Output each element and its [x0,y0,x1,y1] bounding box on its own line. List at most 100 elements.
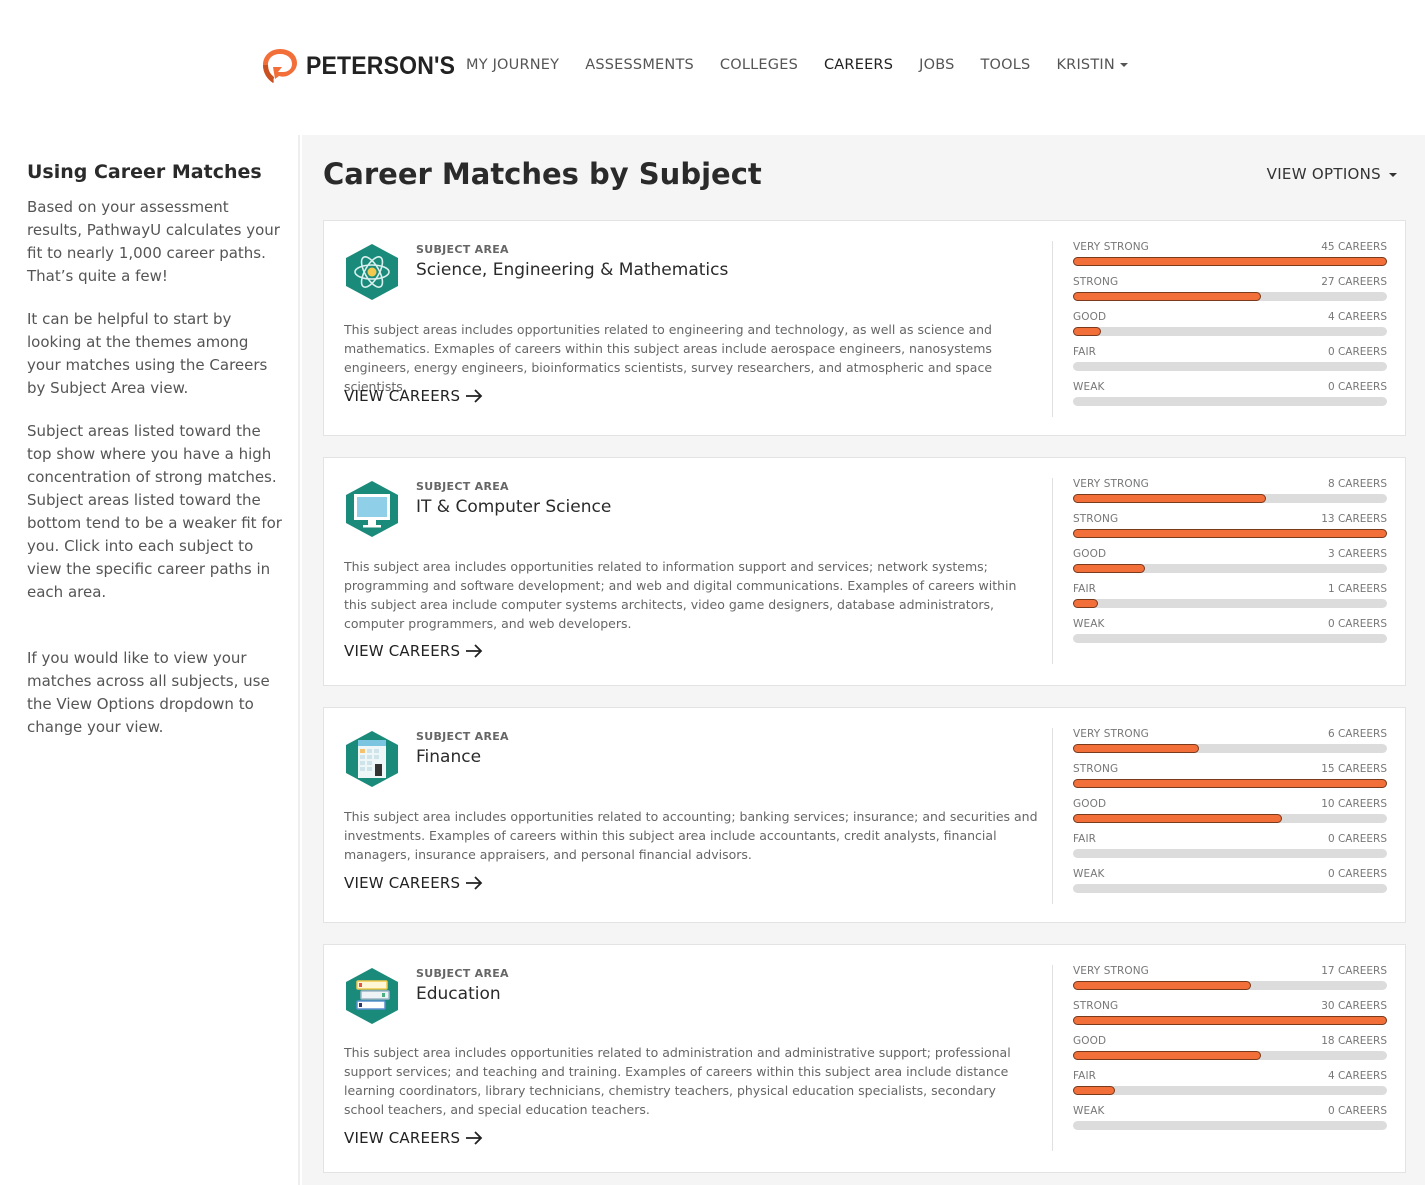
match-count: 27 CAREERS [1321,276,1387,288]
subject-card-education: SUBJECT AREA Education This subject area… [323,944,1406,1173]
match-level-label: STRONG [1073,513,1119,525]
match-level-row: FAIR 0 CAREERS [1073,833,1387,868]
subject-name: IT & Computer Science [416,497,612,517]
match-count: 17 CAREERS [1321,965,1387,977]
nav-assessments[interactable]: ASSESSMENTS [585,57,694,73]
user-menu[interactable]: KRISTIN [1056,57,1128,73]
sidebar-help: Using Career Matches Based on your asses… [0,135,300,1185]
match-level-row: WEAK 0 CAREERS [1073,1105,1387,1140]
match-level-row: FAIR 4 CAREERS [1073,1070,1387,1105]
match-level-row: WEAK 0 CAREERS [1073,381,1387,416]
match-bar-fill [1073,744,1199,753]
match-strength-bars: VERY STRONG 17 CAREERS STRONG 30 CAREERS GOO… [1073,965,1387,1140]
subject-card-science: SUBJECT AREA Science, Engineering & Math… [323,220,1406,436]
match-count: 4 CAREERS [1327,1070,1387,1082]
computer-monitor-icon [346,481,398,537]
match-level-label: WEAK [1073,868,1105,880]
view-options-dropdown[interactable]: VIEW OPTIONS [1267,165,1397,183]
match-bar-track [1073,494,1387,503]
match-level-row: VERY STRONG 8 CAREERS [1073,478,1387,513]
view-careers-link[interactable]: VIEW CAREERS [344,642,483,660]
match-level-label: GOOD [1073,548,1107,560]
petersons-logo-icon [263,49,297,83]
match-bar-track [1073,599,1387,608]
nav-tools[interactable]: TOOLS [981,57,1031,73]
match-level-label: FAIR [1073,833,1097,845]
match-bar-track [1073,1016,1387,1025]
match-strength-bars: VERY STRONG 45 CAREERS STRONG 27 CAREERS GOO… [1073,241,1387,416]
match-count: 3 CAREERS [1327,548,1387,560]
arrow-right-icon [466,389,483,403]
match-level-label: WEAK [1073,381,1105,393]
match-bar-track [1073,1051,1387,1060]
match-bar-track [1073,397,1387,406]
match-level-row: WEAK 0 CAREERS [1073,618,1387,653]
nav-my-journey[interactable]: MY JOURNEY [466,57,559,73]
view-careers-link[interactable]: VIEW CAREERS [344,874,483,892]
match-level-label: FAIR [1073,346,1097,358]
match-count: 18 CAREERS [1321,1035,1387,1047]
match-bar-track [1073,884,1387,893]
match-bar-track [1073,779,1387,788]
nav-colleges[interactable]: COLLEGES [720,57,798,73]
sidebar-title: Using Career Matches [27,161,262,183]
subject-card-it: SUBJECT AREA IT & Computer Science This … [323,457,1406,686]
match-level-row: VERY STRONG 45 CAREERS [1073,241,1387,276]
match-level-row: STRONG 15 CAREERS [1073,763,1387,798]
brand-name: PETERSON'S [306,51,456,80]
arrow-right-icon [466,1131,483,1145]
view-careers-label: VIEW CAREERS [344,1129,461,1147]
match-level-row: GOOD 18 CAREERS [1073,1035,1387,1070]
match-bar-track [1073,1121,1387,1130]
match-level-label: VERY STRONG [1073,478,1149,490]
match-count: 10 CAREERS [1321,798,1387,810]
nav-jobs[interactable]: JOBS [919,57,954,73]
match-level-label: STRONG [1073,763,1119,775]
sidebar-paragraph: Subject areas listed toward the top show… [27,422,282,601]
match-level-label: GOOD [1073,311,1107,323]
match-level-row: GOOD 3 CAREERS [1073,548,1387,583]
match-level-row: WEAK 0 CAREERS [1073,868,1387,903]
match-bar-fill [1073,564,1146,573]
match-bar-fill [1073,327,1101,336]
match-bar-track [1073,257,1387,266]
match-level-label: VERY STRONG [1073,728,1149,740]
subject-area-label: SUBJECT AREA [416,243,509,256]
subject-area-label: SUBJECT AREA [416,967,509,980]
match-level-row: GOOD 10 CAREERS [1073,798,1387,833]
match-count: 0 CAREERS [1327,833,1387,845]
view-careers-link[interactable]: VIEW CAREERS [344,387,483,405]
match-count: 15 CAREERS [1321,763,1387,775]
user-name: KRISTIN [1056,57,1115,73]
match-count: 45 CAREERS [1321,241,1387,253]
view-careers-label: VIEW CAREERS [344,874,461,892]
match-count: 0 CAREERS [1327,618,1387,630]
match-level-label: WEAK [1073,618,1105,630]
card-divider [1052,965,1053,1151]
match-level-label: GOOD [1073,1035,1107,1047]
subject-card-finance: SUBJECT AREA Finance This subject area i… [323,707,1406,923]
match-bar-fill [1073,1086,1115,1095]
page-title: Career Matches by Subject [323,157,762,191]
match-count: 0 CAREERS [1327,1105,1387,1117]
view-careers-link[interactable]: VIEW CAREERS [344,1129,483,1147]
match-level-label: VERY STRONG [1073,241,1149,253]
match-bar-track [1073,362,1387,371]
match-level-row: STRONG 30 CAREERS [1073,1000,1387,1035]
match-count: 0 CAREERS [1327,381,1387,393]
arrow-right-icon [466,644,483,658]
match-bar-track [1073,981,1387,990]
nav-careers[interactable]: CAREERS [824,57,893,73]
match-bar-track [1073,634,1387,643]
match-level-label: WEAK [1073,1105,1105,1117]
match-level-label: GOOD [1073,798,1107,810]
match-level-row: VERY STRONG 17 CAREERS [1073,965,1387,1000]
match-bar-fill [1073,529,1387,538]
match-bar-track [1073,529,1387,538]
match-bar-track [1073,814,1387,823]
petersons-logo[interactable]: PETERSON'S [260,46,468,86]
sidebar-paragraph: Based on your assessment results, Pathwa… [27,198,280,285]
calculator-icon [346,731,398,787]
match-count: 1 CAREERS [1327,583,1387,595]
match-bar-fill [1073,1051,1262,1060]
